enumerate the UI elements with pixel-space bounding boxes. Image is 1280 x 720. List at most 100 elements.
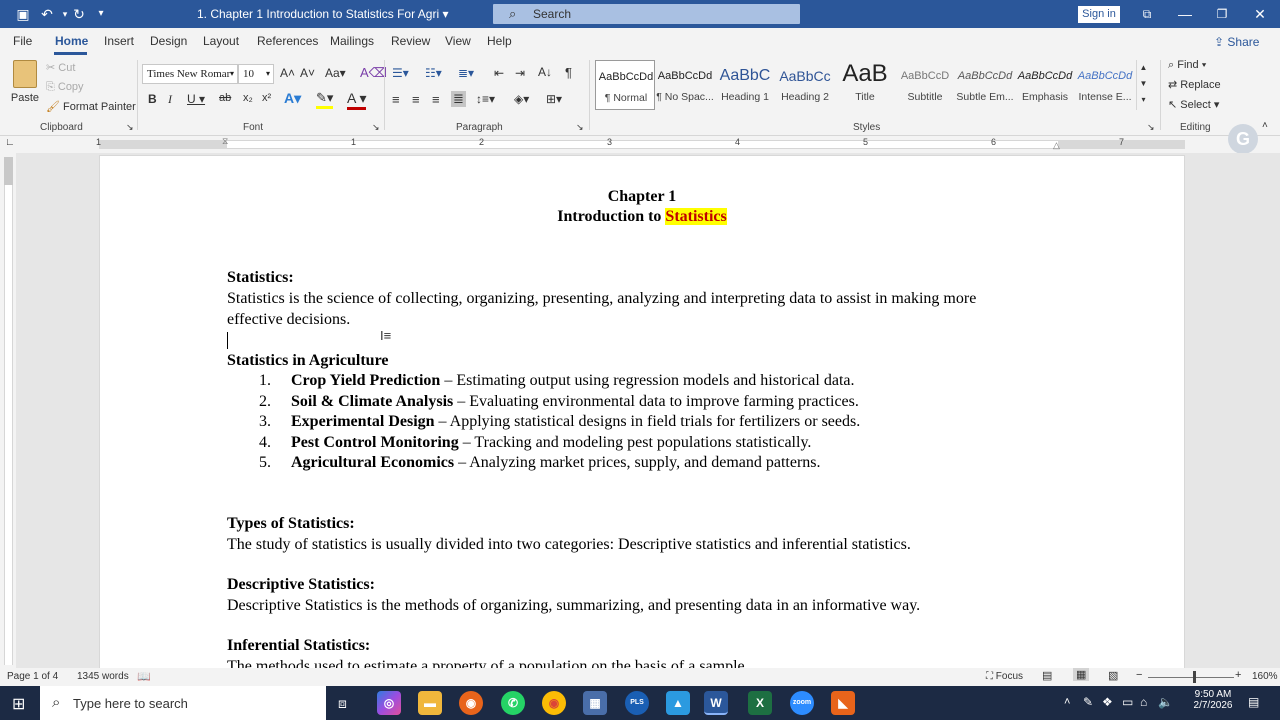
cut-button[interactable]: ✂ Cut bbox=[46, 61, 75, 74]
zoom-slider-thumb[interactable] bbox=[1193, 671, 1196, 683]
zoom-app-icon[interactable]: zoom bbox=[790, 691, 814, 715]
document-title[interactable]: 1. Chapter 1 Introduction to Statistics … bbox=[197, 7, 448, 21]
pls-app-icon[interactable]: PLS bbox=[625, 691, 649, 715]
sublime-app-icon[interactable]: ◣ bbox=[831, 691, 855, 715]
tab-home[interactable]: Home bbox=[55, 34, 88, 48]
notifications-icon[interactable]: ▤ bbox=[1248, 695, 1259, 709]
tab-help[interactable]: Help bbox=[487, 34, 512, 48]
tab-view[interactable]: View bbox=[445, 34, 471, 48]
tab-review[interactable]: Review bbox=[391, 34, 430, 48]
tab-file[interactable]: File bbox=[13, 34, 32, 48]
numbering-icon[interactable]: ☷▾ bbox=[425, 66, 442, 80]
font-size-field[interactable]: 10 ▾ bbox=[238, 64, 274, 84]
replace-button[interactable]: ⇄ Replace bbox=[1168, 78, 1221, 91]
style-subtitle[interactable]: AaBbCcD Subtitle bbox=[895, 60, 955, 110]
print-layout-icon[interactable]: ▦ bbox=[1073, 668, 1090, 681]
sign-in-button[interactable]: Sign in bbox=[1078, 6, 1120, 23]
align-center-icon[interactable]: ≡ bbox=[412, 92, 420, 107]
multilevel-list-icon[interactable]: ≣▾ bbox=[458, 66, 474, 80]
search-box[interactable]: ⌕ Search bbox=[493, 4, 800, 24]
battery-icon[interactable]: ▭ bbox=[1122, 695, 1133, 709]
align-right-icon[interactable]: ≡ bbox=[432, 92, 440, 107]
change-case-icon[interactable]: Aa▾ bbox=[325, 66, 346, 80]
grow-font-icon[interactable]: A˄ bbox=[280, 66, 295, 80]
shrink-font-icon[interactable]: A˅ bbox=[300, 66, 315, 80]
chrome-icon[interactable]: ◉ bbox=[542, 691, 566, 715]
align-left-icon[interactable]: ≡ bbox=[392, 92, 400, 107]
read-mode-icon[interactable]: ▤ bbox=[1042, 669, 1052, 682]
tab-selector-icon[interactable]: ∟ bbox=[5, 137, 15, 148]
page-count[interactable]: Page 1 of 4 bbox=[7, 671, 58, 682]
highlight-icon[interactable]: ✎▾ bbox=[316, 90, 334, 109]
taskbar-search[interactable]: ⌕ Type here to search bbox=[40, 686, 326, 720]
superscript-icon[interactable]: x² bbox=[262, 92, 271, 104]
indent-marker[interactable]: ⧖ bbox=[222, 136, 228, 147]
tab-mailings[interactable]: Mailings bbox=[330, 34, 374, 48]
vertical-ruler[interactable] bbox=[0, 153, 16, 668]
tab-design[interactable]: Design bbox=[150, 34, 187, 48]
style-intense-emphasis[interactable]: AaBbCcDd Intense E... bbox=[1075, 60, 1135, 110]
sort-icon[interactable]: A↓ bbox=[538, 65, 552, 79]
tray-overflow-icon[interactable]: ˄ bbox=[1064, 696, 1070, 708]
bullets-icon[interactable]: ☰▾ bbox=[392, 66, 409, 80]
firefox-icon[interactable]: ◉ bbox=[459, 691, 483, 715]
decrease-indent-icon[interactable]: ⇤ bbox=[494, 66, 504, 80]
grammarly-icon[interactable]: G bbox=[1228, 124, 1258, 154]
font-name-field[interactable]: Times New Romar ▾ bbox=[142, 64, 238, 84]
text-effects-icon[interactable]: A▾ bbox=[284, 90, 301, 107]
windows-start-icon[interactable]: ⊞ bbox=[12, 694, 25, 714]
share-button[interactable]: ⇪ Share bbox=[1214, 32, 1268, 52]
right-indent-marker[interactable]: △ bbox=[1053, 140, 1060, 151]
tab-references[interactable]: References bbox=[257, 34, 318, 48]
tab-insert[interactable]: Insert bbox=[104, 34, 134, 48]
pen-icon[interactable]: ✎ bbox=[1083, 695, 1093, 709]
dropbox-icon[interactable]: ❖ bbox=[1102, 695, 1113, 709]
paste-button[interactable]: Paste bbox=[10, 60, 40, 110]
find-button[interactable]: ⌕ Find ▾ bbox=[1168, 59, 1206, 72]
copy-button[interactable]: ⎘ Copy bbox=[46, 81, 84, 94]
whatsapp-icon[interactable]: ✆ bbox=[501, 691, 525, 715]
undo-icon[interactable]: ↶ bbox=[38, 5, 56, 23]
copilot-icon[interactable]: ◎ bbox=[377, 691, 401, 715]
excel-icon[interactable]: X bbox=[748, 691, 772, 715]
italic-icon[interactable]: I bbox=[168, 92, 172, 107]
task-view-icon[interactable]: ⧈ bbox=[338, 695, 347, 712]
calculator-icon[interactable]: ▦ bbox=[583, 691, 607, 715]
style-no-spacing[interactable]: AaBbCcDd ¶ No Spac... bbox=[655, 60, 715, 110]
photos-icon[interactable]: ▲ bbox=[666, 691, 690, 715]
style-normal[interactable]: AaBbCcDd ¶ Normal bbox=[595, 60, 655, 110]
subscript-icon[interactable]: x₂ bbox=[243, 92, 253, 104]
collapse-ribbon-icon[interactable]: ˄ bbox=[1262, 120, 1268, 131]
underline-icon[interactable]: U ▾ bbox=[187, 92, 205, 106]
proofing-icon[interactable]: 📖 bbox=[137, 670, 151, 683]
clear-formatting-icon[interactable]: A⌫ bbox=[360, 65, 387, 81]
shading-icon[interactable]: ◈▾ bbox=[514, 92, 529, 106]
font-color-icon[interactable]: A ▾ bbox=[347, 90, 367, 110]
close-icon[interactable]: ✕ bbox=[1250, 5, 1270, 23]
save-icon[interactable]: ▣ bbox=[14, 5, 32, 23]
styles-gallery-scroll[interactable]: ▲ ▼ ▾ bbox=[1136, 60, 1150, 110]
strikethrough-icon[interactable]: ab bbox=[219, 92, 231, 104]
customize-quick-access-icon[interactable]: ▾ bbox=[92, 5, 110, 23]
maximize-icon[interactable]: ❐ bbox=[1212, 5, 1232, 23]
style-emphasis[interactable]: AaBbCcDd Emphasis bbox=[1015, 60, 1075, 110]
font-launcher-icon[interactable]: ↘ bbox=[372, 122, 380, 133]
styles-launcher-icon[interactable]: ↘ bbox=[1147, 122, 1155, 133]
style-subtle-emphasis[interactable]: AaBbCcDd Subtle Em... bbox=[955, 60, 1015, 110]
document-workspace[interactable]: Chapter 1 Introduction to Statistics Sta… bbox=[16, 153, 1280, 668]
network-icon[interactable]: ⌂ bbox=[1140, 695, 1147, 709]
clock[interactable]: 9:50 AM 2/7/2026 bbox=[1190, 689, 1236, 711]
clipboard-launcher-icon[interactable]: ↘ bbox=[126, 122, 134, 133]
word-icon[interactable]: W bbox=[704, 691, 728, 715]
style-heading-2[interactable]: AaBbCc Heading 2 bbox=[775, 60, 835, 110]
style-title[interactable]: AaB Title bbox=[835, 60, 895, 110]
ribbon-display-options-icon[interactable]: ⧉ bbox=[1137, 5, 1157, 23]
volume-muted-icon[interactable]: 🔈 bbox=[1158, 695, 1173, 709]
redo-icon[interactable]: ↻ bbox=[70, 5, 88, 23]
format-painter-button[interactable]: 🖌 Format Painter bbox=[46, 100, 136, 113]
minimize-icon[interactable]: — bbox=[1175, 5, 1195, 23]
web-layout-icon[interactable]: ▧ bbox=[1108, 669, 1118, 682]
document-page[interactable]: Chapter 1 Introduction to Statistics Sta… bbox=[99, 155, 1185, 668]
paragraph-launcher-icon[interactable]: ↘ bbox=[576, 122, 584, 133]
select-button[interactable]: ↖ Select ▾ bbox=[1168, 98, 1219, 111]
